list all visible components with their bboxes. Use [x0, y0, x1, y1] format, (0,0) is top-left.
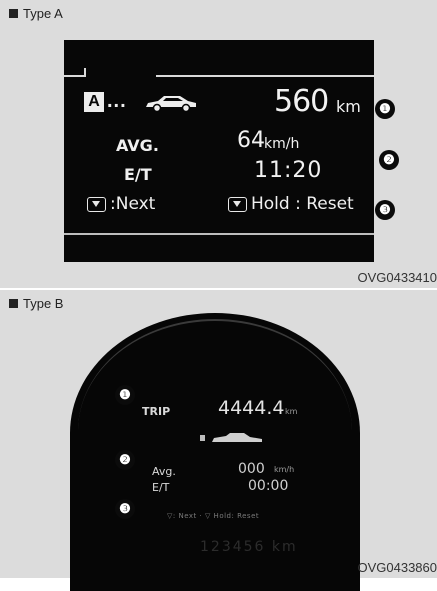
- type-b-label: Type B: [23, 296, 64, 311]
- callout-marker-2: ❷: [379, 150, 399, 170]
- avg-label-b: Avg.: [152, 465, 176, 478]
- avg-speed-label: AVG.: [116, 136, 159, 155]
- trip-mode-badge: A: [84, 92, 104, 112]
- screen-top-line-left: [64, 75, 86, 77]
- distance-unit: km: [336, 97, 361, 116]
- trip-label: TRIP: [142, 405, 171, 418]
- next-hint: :Next: [110, 194, 156, 214]
- callout-marker-1-b: ❶: [115, 385, 135, 405]
- mode-dots: ...: [107, 90, 127, 112]
- square-bullet-icon: [9, 299, 18, 308]
- elapsed-time-label: E/T: [124, 165, 152, 184]
- type-b-panel: Type B TRIP 4444.4 km Avg. 000 km/h E/T …: [0, 290, 437, 591]
- type-a-panel: Type A A ... 560 km AVG. 64 km/h E/T 11:…: [0, 0, 437, 289]
- screen-bottom-line: [64, 233, 374, 235]
- trip-value: 4444.4: [218, 397, 285, 419]
- square-bullet-icon: [9, 9, 18, 18]
- et-label-b: E/T: [152, 481, 170, 494]
- screen-top-line-right: [156, 75, 374, 77]
- type-b-heading: Type B: [9, 296, 63, 311]
- hold-reset-hint: Hold : Reset: [251, 194, 354, 214]
- et-value-b: 00:00: [248, 478, 289, 494]
- elapsed-time-value: 11:20: [254, 158, 323, 183]
- callout-marker-1: ❶: [375, 99, 395, 119]
- figure-code-a: OVG0433410: [357, 270, 437, 285]
- button-hint-b: ▽: Next · ▽ Hold: Reset: [167, 512, 260, 520]
- type-a-heading: Type A: [9, 6, 63, 21]
- trip-unit: km: [285, 407, 298, 416]
- avg-speed-value: 64: [237, 128, 265, 153]
- car-silhouette-icon: [200, 433, 262, 442]
- car-icon: [146, 96, 196, 113]
- callout-marker-2-b: ❷: [115, 450, 135, 470]
- avg-value-b: 000: [238, 461, 265, 477]
- type-a-label: Type A: [23, 6, 63, 21]
- callout-marker-3-b: ❸: [115, 499, 135, 519]
- type-a-screen: A ... 560 km AVG. 64 km/h E/T 11:20 :Nex…: [64, 40, 374, 262]
- figure-code-b: OVG0433860: [357, 560, 437, 575]
- avg-speed-unit: km/h: [264, 136, 300, 152]
- type-b-screen: TRIP 4444.4 km Avg. 000 km/h E/T 00:00 ▽…: [70, 313, 360, 591]
- down-button-icon: [87, 197, 106, 212]
- distance-to-empty-value: 560: [274, 84, 329, 119]
- avg-unit-b: km/h: [274, 465, 295, 474]
- callout-marker-3: ❸: [375, 200, 395, 220]
- odometer-b: 123456 km: [200, 539, 298, 555]
- down-button-hold-icon: [228, 197, 247, 212]
